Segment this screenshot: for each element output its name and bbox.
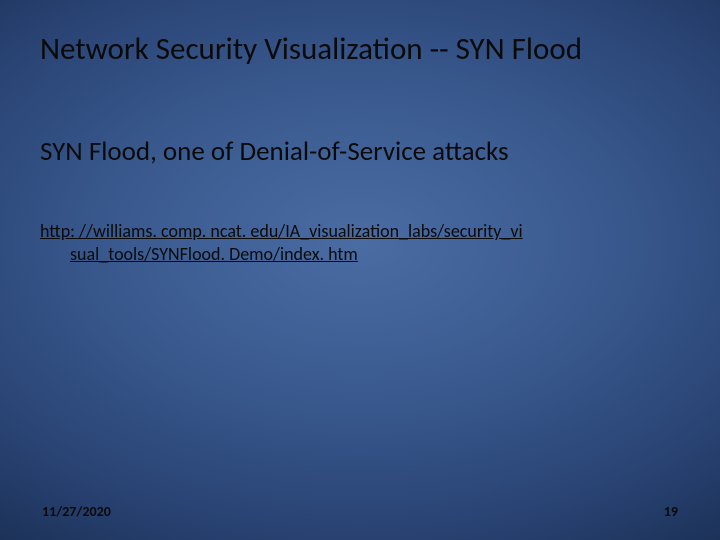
footer-date: 11/27/2020 [42, 503, 111, 520]
slide-container: Network Security Visualization -- SYN Fl… [0, 0, 720, 540]
link-line-2: sual_tools/SYNFlood. Demo/index. htm [40, 243, 670, 266]
slide-subtitle: SYN Flood, one of Denial-of-Service atta… [40, 135, 680, 168]
footer-page-number: 19 [664, 503, 678, 520]
link-line-1: http: //williams. comp. ncat. edu/IA_vis… [40, 220, 523, 242]
reference-link[interactable]: http: //williams. comp. ncat. edu/IA_vis… [40, 220, 670, 267]
slide-title: Network Security Visualization -- SYN Fl… [40, 30, 680, 68]
